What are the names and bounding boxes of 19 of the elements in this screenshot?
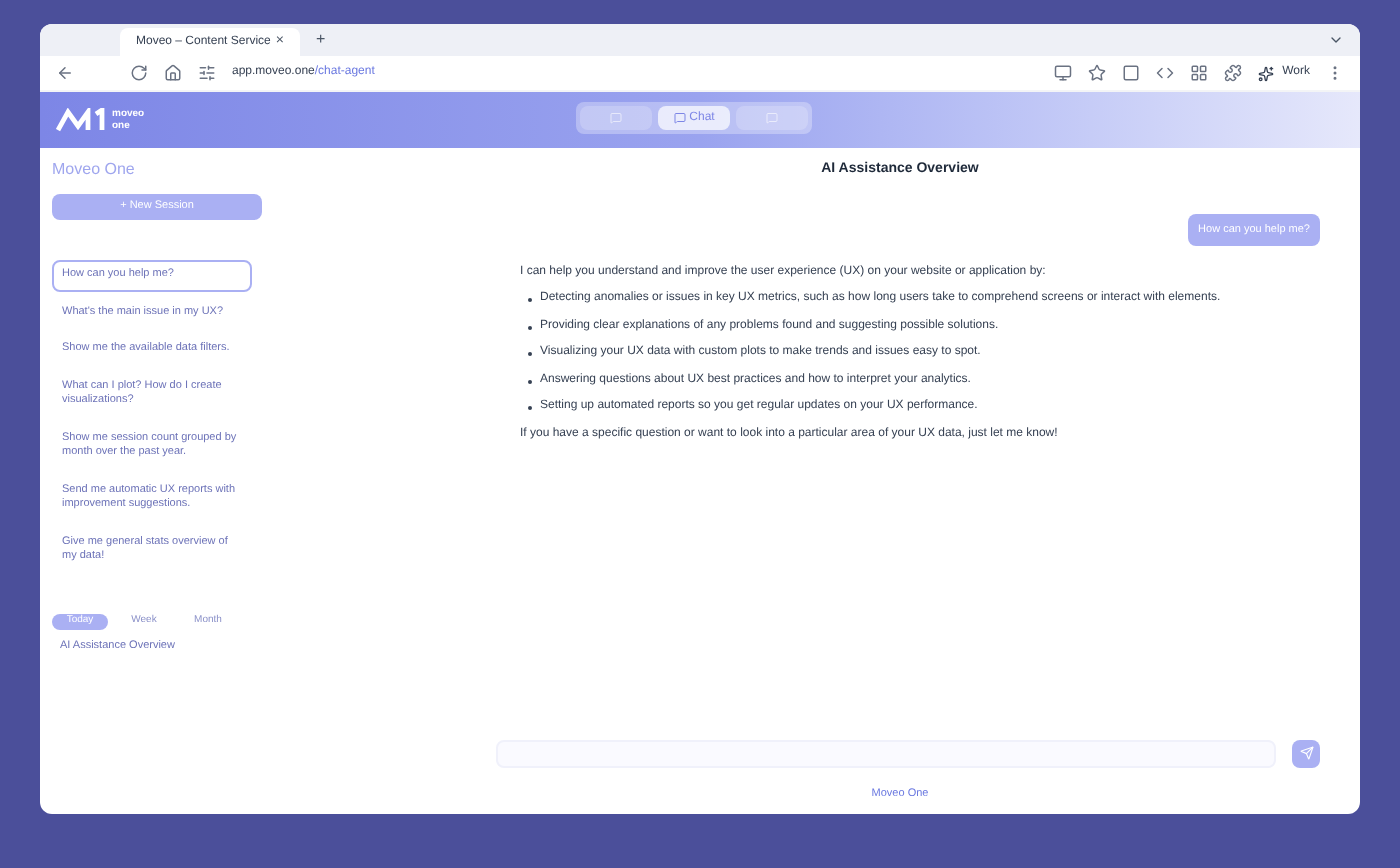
reload-icon[interactable] bbox=[130, 64, 148, 82]
logo-mark-icon bbox=[56, 108, 108, 132]
sidebar-title: Moveo One bbox=[52, 158, 137, 182]
code-icon[interactable] bbox=[1156, 64, 1175, 82]
sparkle-icon bbox=[1258, 65, 1275, 81]
home-icon[interactable] bbox=[164, 64, 182, 82]
chat-bubble-icon bbox=[766, 112, 778, 124]
extensions-icon[interactable] bbox=[1224, 64, 1243, 82]
grid-icon[interactable] bbox=[1190, 64, 1209, 82]
square-icon[interactable] bbox=[1122, 64, 1141, 82]
send-icon bbox=[1299, 746, 1313, 761]
bookmark-star-icon[interactable] bbox=[1088, 64, 1107, 82]
new-tab-button[interactable]: + bbox=[316, 28, 326, 52]
chat-bubble-icon bbox=[610, 112, 622, 124]
site-settings-icon[interactable] bbox=[198, 64, 216, 82]
back-icon[interactable] bbox=[56, 64, 74, 82]
monitor-icon[interactable] bbox=[1054, 64, 1073, 82]
chat-bubble-icon bbox=[673, 112, 686, 124]
chevron-icon[interactable] bbox=[1328, 32, 1344, 48]
